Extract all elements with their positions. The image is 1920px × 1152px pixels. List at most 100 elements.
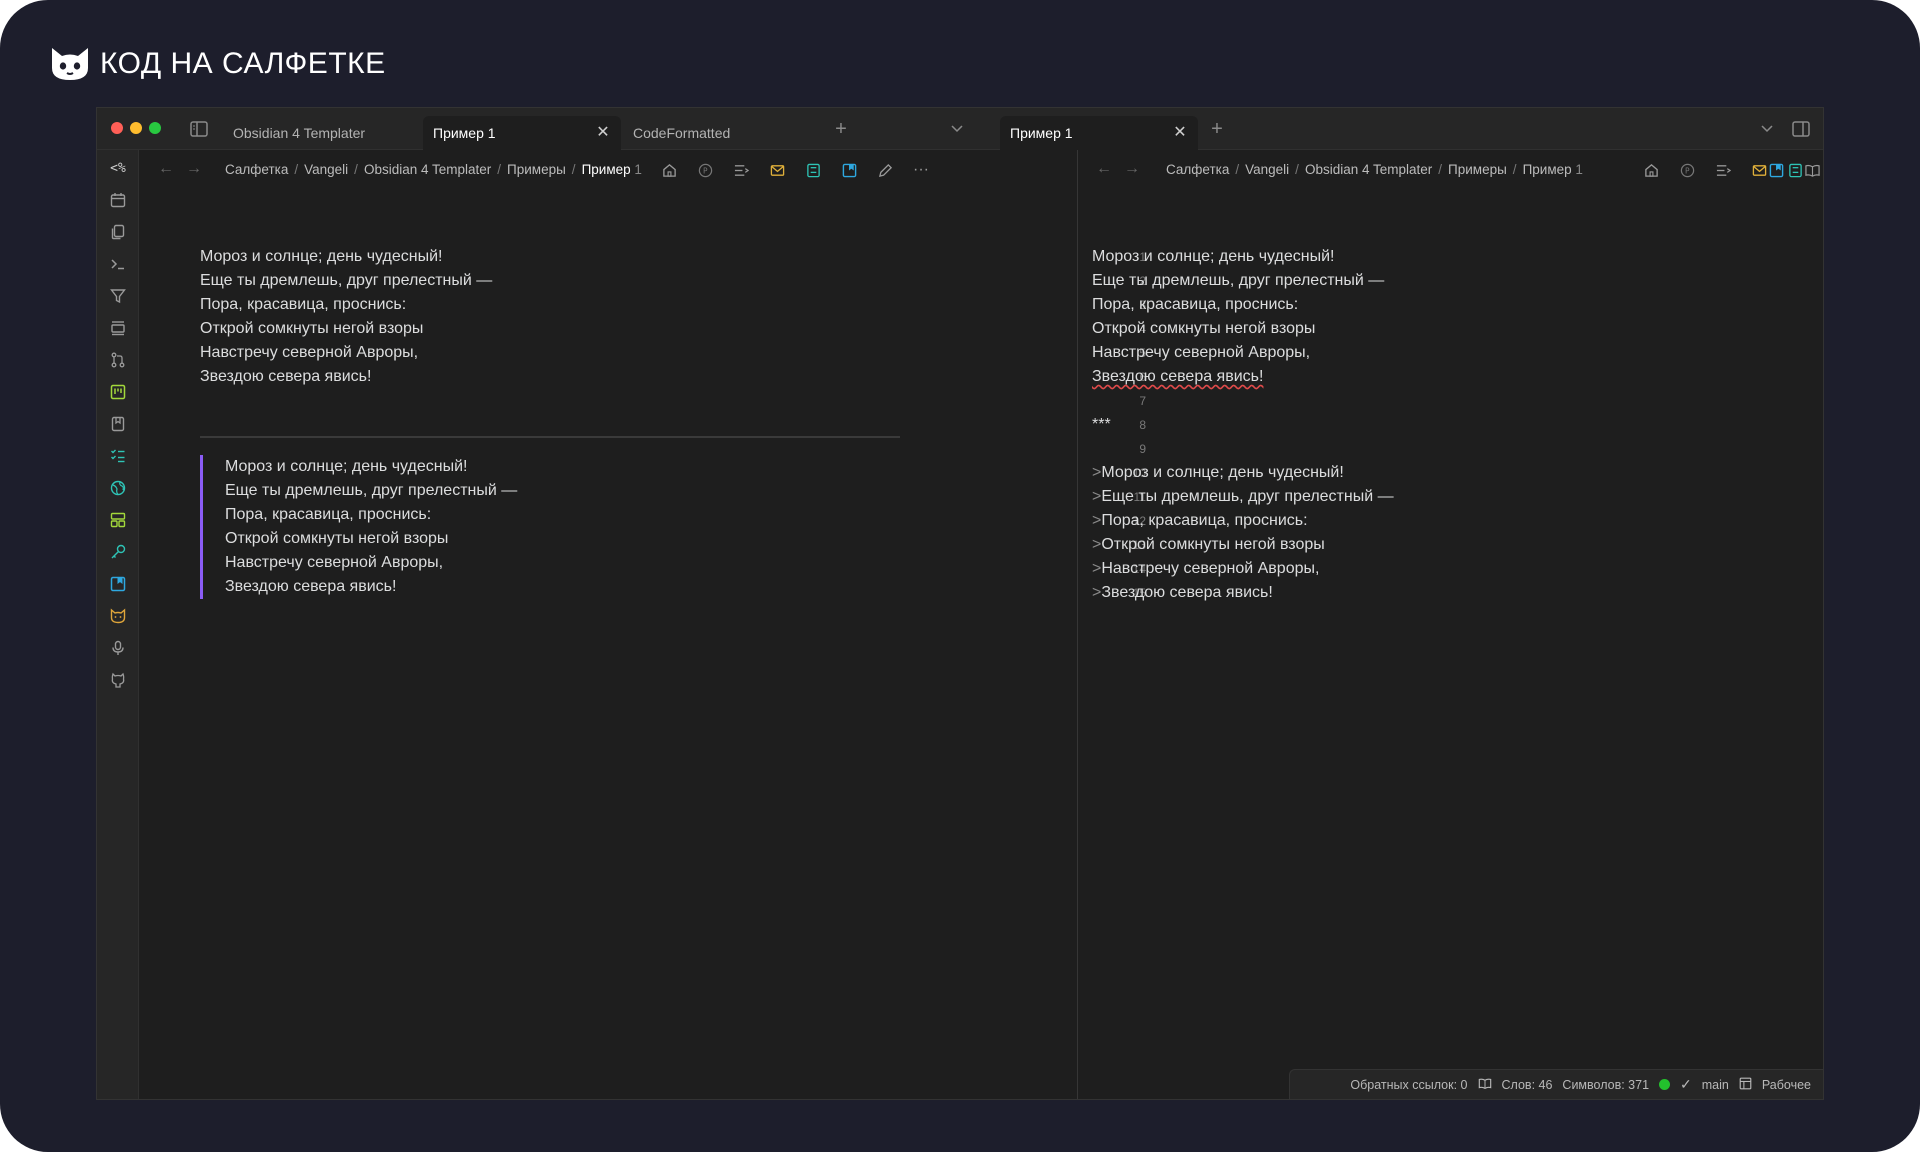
breadcrumb-current[interactable]: Пример 1 [582, 162, 642, 177]
editor-line-text: Мороз и солнце; день чудесный! [1101, 464, 1344, 481]
poem-line: Пора, красавица, проснись: [200, 296, 407, 313]
brand: КОД НА САЛФЕТКЕ [50, 40, 386, 88]
tab-codeformatted[interactable]: CodeFormatted [623, 116, 819, 150]
breadcrumb-item[interactable]: Примеры [1448, 162, 1507, 177]
forward-arrow-icon[interactable]: → [1124, 160, 1140, 178]
quote-line: Навстречу северной Авроры, [225, 554, 444, 571]
slides-icon[interactable] [108, 318, 128, 338]
brand-name: КОД НА САЛФЕТКЕ [100, 47, 386, 80]
bookmark-blue-icon[interactable] [1766, 160, 1786, 180]
editor-line[interactable]: >Мороз и солнце; день чудесный! [1092, 461, 1394, 485]
tasks-icon[interactable] [108, 446, 128, 466]
new-tab-icon[interactable]: + [831, 118, 851, 140]
bookmark-icon[interactable] [108, 414, 128, 434]
breadcrumb-item[interactable]: Vangeli [1245, 162, 1289, 177]
editor-line[interactable]: Мороз и солнце; день чудесный! [1092, 245, 1394, 269]
editor-line[interactable]: *** [1092, 413, 1394, 437]
home-icon[interactable] [659, 160, 679, 180]
editor-line-empty[interactable] [1092, 389, 1394, 413]
breadcrumb-item[interactable]: Салфетка [1166, 162, 1229, 177]
new-tab-icon[interactable]: + [1207, 118, 1227, 140]
mail-icon[interactable] [767, 160, 787, 180]
editor-line[interactable]: >Пора, красавица, проснись: [1092, 509, 1394, 533]
publish-icon[interactable]: P [695, 160, 715, 180]
microphone-icon[interactable] [108, 638, 128, 658]
backlinks-count[interactable]: Обратных ссылок: 0 [1350, 1078, 1467, 1092]
back-arrow-icon[interactable]: ← [1096, 160, 1112, 178]
layout-icon[interactable] [108, 510, 128, 530]
forward-arrow-icon[interactable]: → [186, 160, 202, 178]
quote-line: Мороз и солнце; день чудесный! [225, 458, 468, 475]
blockquote: Мороз и солнце; день чудесный! Еще ты др… [200, 455, 517, 599]
maximize-window-button[interactable] [149, 122, 161, 134]
cat-icon[interactable] [108, 606, 128, 626]
editor-line[interactable]: Навстречу северной Авроры, [1092, 341, 1394, 365]
quote-line: Открой сомкнуты негой взоры [225, 530, 449, 547]
save-icon[interactable] [803, 160, 823, 180]
workspace-name[interactable]: Рабочее [1762, 1078, 1811, 1092]
sync-status-dot[interactable] [1659, 1079, 1671, 1090]
char-count: Символов: 371 [1562, 1077, 1650, 1092]
quote-marker: > [1092, 464, 1102, 481]
editor-line[interactable]: >Открой сомкнуты негой взоры [1092, 533, 1394, 557]
tab-primer-1[interactable]: Пример 1 ✕ [423, 116, 621, 150]
editor-line[interactable]: >Навстречу северной Авроры, [1092, 557, 1394, 581]
terminal-icon[interactable] [108, 254, 128, 274]
editor-line[interactable]: Открой сомкнуты негой взоры [1092, 317, 1394, 341]
edit-pencil-icon[interactable] [875, 160, 895, 180]
key-icon[interactable] [108, 542, 128, 562]
globe-icon[interactable] [108, 478, 128, 498]
more-options-icon[interactable]: ··· [911, 160, 931, 180]
source-editor[interactable]: Мороз и солнце; день чудесный! Еще ты др… [1092, 245, 1394, 605]
reading-book-icon[interactable] [1478, 1077, 1492, 1093]
view-header: ← → Салфетка / Vangeli / Obsidian 4 Templa… [140, 150, 1077, 190]
breadcrumb-item[interactable]: Vangeli [304, 162, 348, 177]
quote-marker: > [1092, 488, 1102, 505]
minimize-window-button[interactable] [130, 122, 142, 134]
filter-icon[interactable] [108, 286, 128, 306]
tab-list-chevron-icon[interactable] [1757, 119, 1777, 139]
editor-line[interactable]: Еще ты дремлешь, друг прелестный — [1092, 269, 1394, 293]
obsidian-window: Obsidian 4 Templater Пример 1 ✕ CodeForm… [96, 107, 1824, 1100]
editor-line-text: Пора, красавица, проснись: [1101, 512, 1308, 529]
close-tab-icon[interactable]: ✕ [595, 125, 611, 141]
toggle-right-sidebar-icon[interactable] [1791, 119, 1811, 139]
tab-list-chevron-icon[interactable] [947, 119, 967, 139]
status-bar: Обратных ссылок: 0 Слов: 46 Символов: 37… [1289, 1069, 1823, 1099]
editor-line-text: Открой сомкнуты негой взоры [1101, 536, 1325, 553]
breadcrumb-item[interactable]: Obsidian 4 Templater [1305, 162, 1432, 177]
left-ribbon: <% [97, 150, 139, 1099]
check-icon[interactable]: ✓ [1680, 1076, 1692, 1093]
tab-obsidian-4-templater[interactable]: Obsidian 4 Templater [223, 116, 419, 150]
close-tab-icon[interactable]: ✕ [1172, 125, 1188, 141]
files-icon[interactable] [108, 222, 128, 242]
github-icon[interactable] [108, 670, 128, 690]
tab-primer-1-right[interactable]: Пример 1 ✕ [1000, 116, 1198, 150]
editor-line[interactable]: >Звездою севера явись! [1092, 581, 1394, 605]
templater-icon[interactable]: <% [108, 158, 128, 178]
close-window-button[interactable] [111, 122, 123, 134]
editor-line[interactable]: Звездою севера явись! [1092, 365, 1394, 389]
git-branch[interactable]: main [1702, 1078, 1729, 1092]
calendar-icon[interactable] [108, 190, 128, 210]
breadcrumb-item[interactable]: Салфетка [225, 162, 288, 177]
home-icon[interactable] [1641, 160, 1661, 180]
toggle-left-sidebar-icon[interactable] [189, 119, 209, 139]
breadcrumb-current[interactable]: Пример 1 [1523, 162, 1583, 177]
bookmark-blue-icon[interactable] [839, 160, 859, 180]
publish-icon[interactable]: P [1677, 160, 1697, 180]
breadcrumb-item[interactable]: Примеры [507, 162, 566, 177]
outline-icon[interactable] [1713, 160, 1733, 180]
kanban-icon[interactable] [108, 382, 128, 402]
editor-line[interactable]: Пора, красавица, проснись: [1092, 293, 1394, 317]
git-pull-request-icon[interactable] [108, 350, 128, 370]
breadcrumb: Салфетка / Vangeli / Obsidian 4 Templater /… [1166, 162, 1583, 177]
workspace-icon[interactable] [1739, 1077, 1752, 1093]
breadcrumb-item[interactable]: Obsidian 4 Templater [364, 162, 491, 177]
editor-line-empty[interactable] [1092, 437, 1394, 461]
outline-icon[interactable] [731, 160, 751, 180]
editor-line[interactable]: >Еще ты дремлешь, друг прелестный — [1092, 485, 1394, 509]
reading-view-icon[interactable] [1802, 160, 1822, 180]
back-arrow-icon[interactable]: ← [158, 160, 174, 178]
bookmark-blue-icon[interactable] [108, 574, 128, 594]
